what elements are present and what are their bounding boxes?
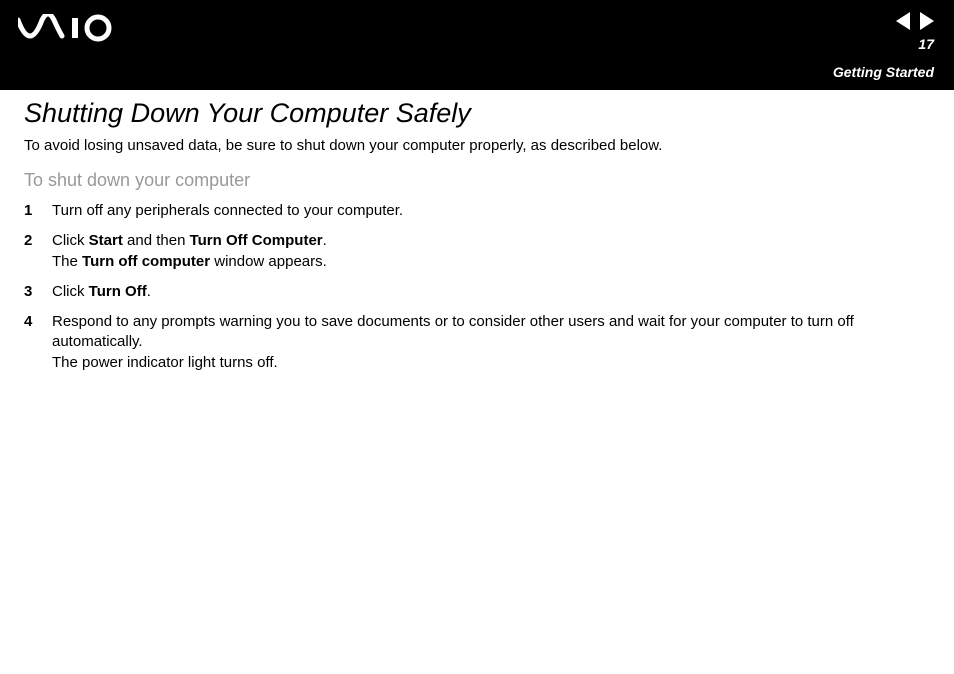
page-number: 17 [918, 36, 934, 52]
step-number: 3 [24, 282, 52, 302]
step-item: 1Turn off any peripherals connected to y… [24, 201, 930, 221]
prev-page-icon[interactable] [896, 12, 910, 30]
nav-controls [896, 12, 934, 30]
step-body: Respond to any prompts warning you to sa… [52, 312, 930, 373]
step-list: 1Turn off any peripherals connected to y… [24, 201, 930, 373]
step-body: Turn off any peripherals connected to yo… [52, 201, 930, 221]
next-page-icon[interactable] [920, 12, 934, 30]
section-label: Getting Started [833, 64, 934, 80]
page-title: Shutting Down Your Computer Safely [24, 98, 930, 129]
step-number: 2 [24, 231, 52, 272]
step-number: 4 [24, 312, 52, 373]
vaio-logo [18, 14, 128, 47]
step-body: Click Start and then Turn Off Computer.T… [52, 231, 930, 272]
intro-text: To avoid losing unsaved data, be sure to… [24, 137, 930, 154]
step-item: 2Click Start and then Turn Off Computer.… [24, 231, 930, 272]
step-body: Click Turn Off. [52, 282, 930, 302]
content-area: Shutting Down Your Computer Safely To av… [0, 90, 954, 407]
header-bar: 17 Getting Started [0, 0, 954, 90]
step-item: 4Respond to any prompts warning you to s… [24, 312, 930, 373]
step-item: 3Click Turn Off. [24, 282, 930, 302]
step-number: 1 [24, 201, 52, 221]
subheading: To shut down your computer [24, 170, 930, 191]
